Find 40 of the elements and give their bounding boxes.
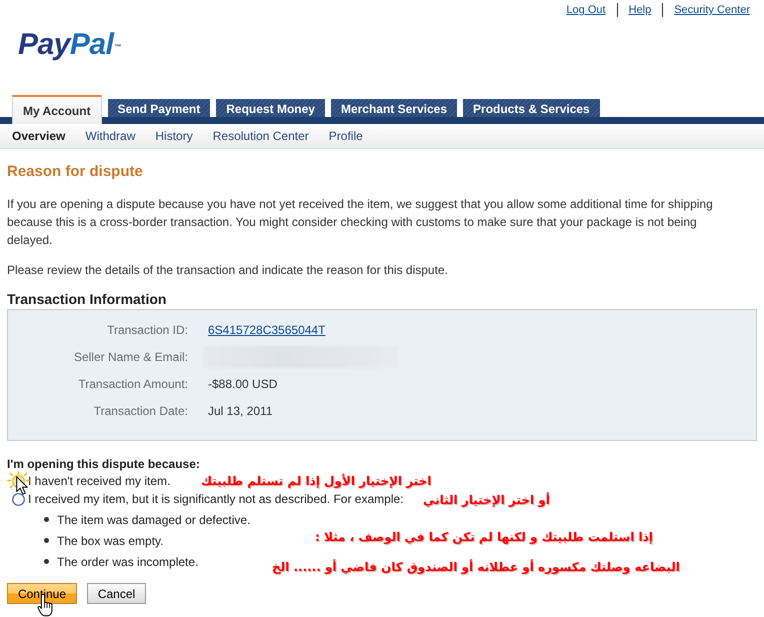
subnav-link[interactable]: History [155, 129, 193, 143]
info-label: Transaction ID: [106, 322, 188, 336]
info-value: -$88.00 USD [208, 376, 278, 390]
arabic-annotation: أو اختر الإختيار الثاني [423, 491, 550, 509]
nav-tab[interactable]: Merchant Services [330, 99, 458, 117]
example-text: The order was incomplete. [57, 554, 198, 568]
info-label: Transaction Amount: [77, 376, 188, 390]
nav-tab[interactable]: My Account [12, 95, 102, 124]
intro-paragraph: Please review the details of the transaction and indicate the reason for this dispute. [7, 262, 449, 279]
bullet-icon [44, 538, 49, 543]
subnav-link[interactable]: Overview [12, 129, 66, 143]
page-title: Reason for dispute [7, 162, 144, 182]
header-link[interactable]: Help [628, 4, 652, 16]
nav-tab[interactable]: Products & Services [463, 99, 600, 117]
bullet-icon [44, 517, 49, 522]
cursor-arrow-icon [16, 476, 28, 495]
cancel-button[interactable]: Cancel [87, 583, 146, 604]
example-text: The box was empty. [57, 534, 164, 548]
intro-paragraph: If you are opening a dispute because you have not yet received the item, we suggest that you allow some additional time for shipping because this is a cross-border transaction. You might consider checking with customs to make sure that your package is not being delayed. [7, 196, 714, 249]
transaction-id-link[interactable]: 6S415728C3565044T [208, 322, 326, 336]
arabic-annotation: اختر الإختيار الأول إذا لم تستلم طلبيتك [201, 472, 432, 490]
nav-tab[interactable]: Request Money [216, 99, 325, 117]
logo: PayPal$^{™}$ [18, 29, 121, 61]
radio-label: I received my item, but it is significantly not as described. For example: [28, 492, 404, 506]
info-label: Seller Name & Email: [72, 350, 188, 364]
subnav-link[interactable]: Resolution Center [212, 129, 309, 143]
arabic-annotation: البضاعه وصلتك مكسوره أو عطلانه أو الصندوق كان فاضي أو ...... الخ [272, 558, 680, 576]
subnav-link[interactable]: Withdraw [85, 129, 136, 143]
bullet-icon [44, 559, 49, 564]
subnav-link[interactable]: Profile [328, 129, 363, 143]
example-text: The item was damaged or defective. [57, 512, 250, 526]
radio-button[interactable] [12, 492, 25, 506]
dispute-prompt: I'm opening this dispute because: [7, 456, 201, 472]
header-link[interactable]: Log Out [566, 4, 606, 16]
arabic-annotation: إذا استلمت طلبيتك و لكنها لم تكن كما في الوصف ، مثلا : [315, 529, 653, 546]
header-link[interactable]: Security Center [674, 4, 750, 16]
nav-tab[interactable]: Send Payment [108, 99, 210, 117]
info-value: Jul 13, 2011 [208, 404, 272, 418]
section-title: Transaction Information [7, 290, 168, 308]
info-label: Transaction Date: [92, 404, 188, 418]
